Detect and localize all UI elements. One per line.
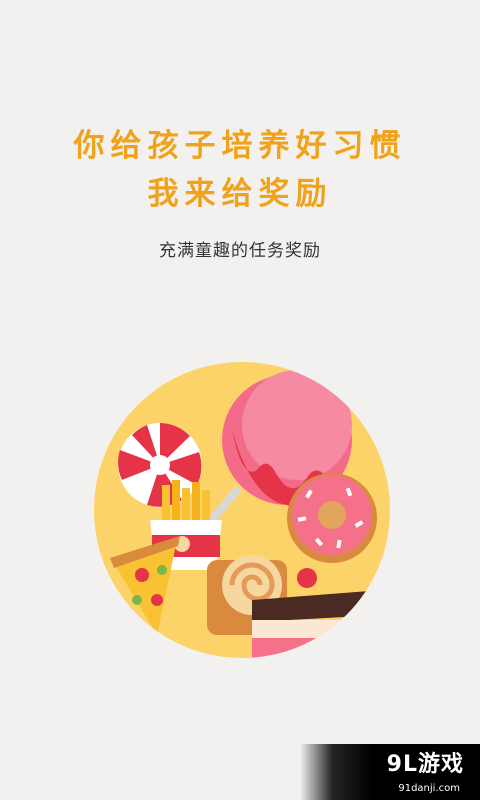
headline-line-1: 你给孩子培养好习惯 — [73, 128, 407, 164]
headline-line-2: 我来给奖励 — [147, 176, 333, 212]
watermark-site: 91danji.com — [398, 783, 460, 794]
subtitle: 充满童趣的任务奖励 — [159, 241, 321, 261]
donut-icon — [287, 473, 377, 563]
watermark-brand: 9L游戏 — [386, 752, 464, 777]
dessert-illustration — [94, 362, 390, 658]
watermark: 9L游戏 91danji.com — [300, 744, 480, 800]
